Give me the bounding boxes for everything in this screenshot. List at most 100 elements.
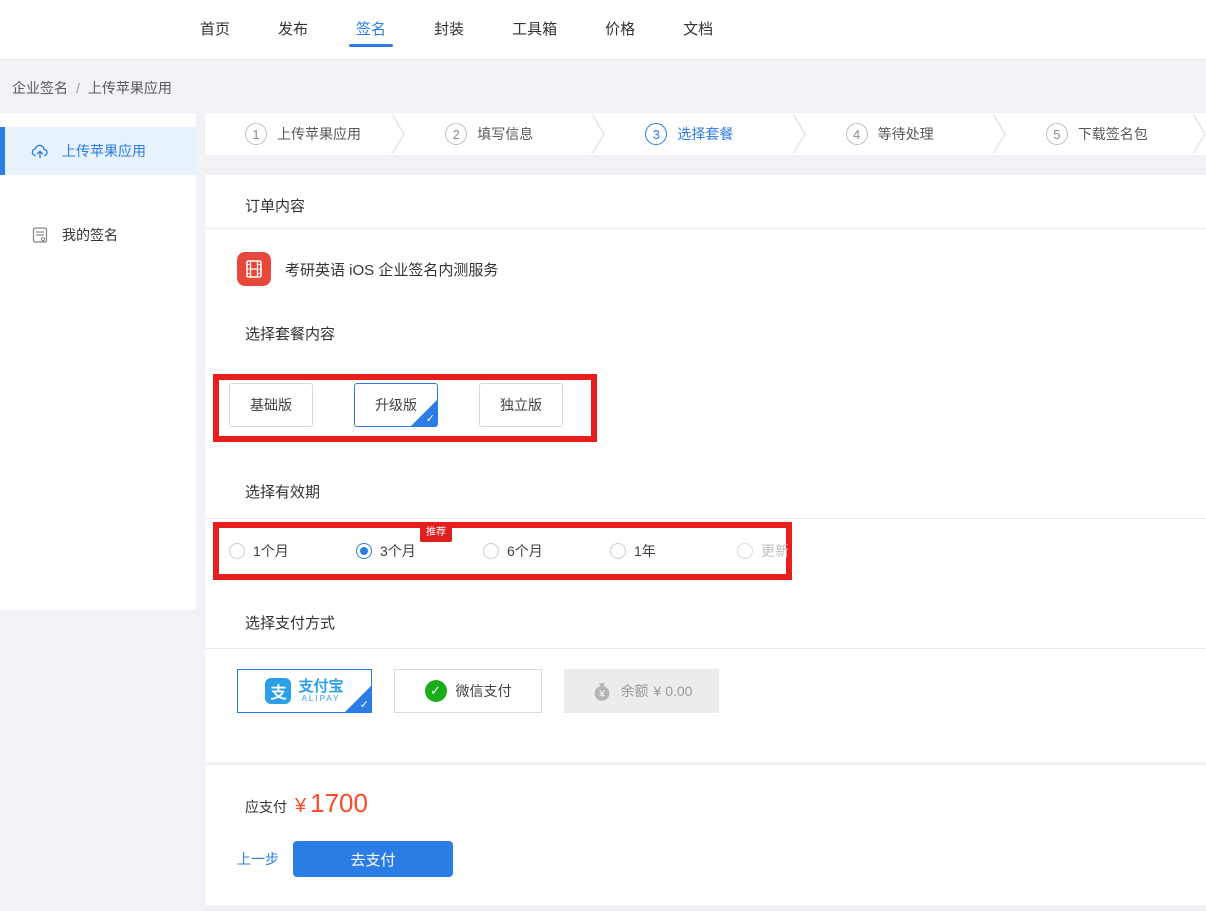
sidebar-item-upload-app[interactable]: 上传苹果应用 [0, 127, 196, 175]
step-chevron-icon [792, 113, 806, 155]
alipay-sub: ALIPAY [302, 695, 341, 703]
nav-tab-signature-label: 签名 [356, 21, 386, 38]
nav-tab-package[interactable]: 封装 [434, 0, 464, 60]
radio-1-month[interactable]: 1个月 [229, 541, 356, 561]
annotation-box-validity: 推荐 1个月 3个月 6个月 1年 [213, 522, 792, 580]
radio-icon [229, 543, 245, 559]
sidebar: 上传苹果应用 我的签名 [0, 113, 196, 610]
radio-1-year[interactable]: 1年 [610, 541, 737, 561]
nav-tab-toolbox[interactable]: 工具箱 [512, 0, 557, 60]
step-label: 下载签名包 [1078, 124, 1148, 144]
step-number: 3 [645, 123, 667, 145]
sidebar-item-label: 我的签名 [62, 225, 118, 245]
step-4-waiting: 4 等待处理 [806, 113, 992, 155]
nav-tab-pricing[interactable]: 价格 [605, 0, 635, 60]
wechat-pay-label: 微信支付 [456, 681, 512, 701]
app-name: 考研英语 iOS 企业签名内测服务 [285, 259, 498, 280]
wechat-pay-icon: ✓ [425, 680, 447, 702]
step-label: 上传苹果应用 [277, 124, 361, 144]
step-chevron-icon [992, 113, 1006, 155]
annotation-box-package: 基础版 升级版 ✓ 独立版 [213, 374, 597, 442]
radio-6-months[interactable]: 6个月 [483, 541, 610, 561]
payment-option-balance-disabled: ¥ 余额 ¥ 0.00 [564, 669, 719, 713]
alipay-name: 支付宝 [298, 679, 343, 695]
app-icon [237, 252, 271, 286]
divider [205, 518, 1206, 519]
breadcrumb-current: 上传苹果应用 [88, 80, 172, 96]
package-option-upgrade[interactable]: 升级版 ✓ [354, 383, 438, 427]
package-options: 基础版 升级版 ✓ 独立版 [229, 383, 563, 427]
package-option-basic[interactable]: 基础版 [229, 383, 313, 427]
balance-amount: ¥ 0.00 [654, 683, 693, 699]
amount-due-label: 应支付 [245, 797, 287, 817]
radio-label: 更新 [761, 541, 789, 561]
step-1-upload: 1 上传苹果应用 [205, 113, 391, 155]
main-nav: 首页 发布 签名 封装 工具箱 价格 文档 [200, 0, 713, 60]
radio-icon [610, 543, 626, 559]
radio-renew-disabled: 更新 [737, 541, 864, 561]
signature-doc-icon [30, 225, 50, 245]
order-content-title: 订单内容 [245, 195, 305, 216]
nav-tab-docs[interactable]: 文档 [683, 0, 713, 60]
divider [205, 228, 1206, 229]
svg-text:¥: ¥ [598, 689, 605, 700]
step-label: 选择套餐 [677, 124, 733, 144]
check-icon: ✓ [360, 700, 369, 711]
money-bag-icon: ¥ [591, 680, 613, 702]
divider [205, 648, 1206, 649]
step-5-download: 5 下载签名包 [1006, 113, 1192, 155]
payment-options: 支 支付宝 ALIPAY ✓ ✓ 微信支付 ¥ 余额 ¥ 0.00 [237, 669, 719, 713]
currency-symbol: ¥ [295, 795, 306, 818]
balance-label: 余额 [621, 681, 649, 701]
amount-due-line: 应支付 ¥ 1700 [245, 788, 368, 819]
breadcrumb: 企业签名/上传苹果应用 [12, 78, 172, 98]
step-2-info: 2 填写信息 [405, 113, 591, 155]
validity-options: 1个月 3个月 6个月 1年 更新 [229, 528, 864, 574]
go-pay-button[interactable]: 去支付 [293, 841, 453, 877]
alipay-wordmark: 支付宝 ALIPAY [298, 679, 343, 703]
back-link[interactable]: 上一步 [237, 849, 279, 869]
radio-icon [483, 543, 499, 559]
payment-option-wechat[interactable]: ✓ 微信支付 [394, 669, 542, 713]
radio-3-months[interactable]: 3个月 [356, 541, 483, 561]
step-number: 2 [445, 123, 467, 145]
breadcrumb-parent[interactable]: 企业签名 [12, 80, 68, 96]
payment-option-alipay[interactable]: 支 支付宝 ALIPAY ✓ [237, 669, 372, 713]
radio-icon-selected [356, 543, 372, 559]
order-panel: 订单内容 考研英语 iOS 企业签名内测服务 选择套餐内容 基础版 升级版 ✓ [205, 175, 1206, 762]
payment-section-title: 选择支付方式 [245, 612, 335, 633]
page: 首页 发布 签名 封装 工具箱 价格 文档 企业签名/上传苹果应用 上传苹果应用 [0, 0, 1206, 911]
package-option-standalone[interactable]: 独立版 [479, 383, 563, 427]
step-label: 填写信息 [477, 124, 533, 144]
nav-tab-publish[interactable]: 发布 [278, 0, 308, 60]
sidebar-item-my-signatures[interactable]: 我的签名 [0, 211, 196, 259]
radio-label: 1个月 [253, 541, 289, 561]
step-chevron-icon [1192, 113, 1206, 155]
validity-section-title: 选择有效期 [245, 481, 320, 502]
sidebar-item-label: 上传苹果应用 [62, 141, 146, 161]
step-chevron-icon [591, 113, 605, 155]
step-label: 等待处理 [878, 124, 934, 144]
alipay-logo-icon: 支 [265, 678, 291, 704]
step-number: 5 [1046, 123, 1068, 145]
cloud-upload-icon [30, 141, 50, 161]
amount-due-value: 1700 [310, 788, 368, 819]
checkout-panel: 应支付 ¥ 1700 上一步 去支付 [205, 765, 1206, 905]
active-tab-underline [349, 44, 393, 47]
step-3-choose-package: 3 选择套餐 [605, 113, 791, 155]
radio-label: 1年 [634, 541, 656, 561]
nav-tab-home[interactable]: 首页 [200, 0, 230, 60]
package-section-title: 选择套餐内容 [245, 323, 335, 344]
step-chevron-icon [391, 113, 405, 155]
top-header: 首页 发布 签名 封装 工具箱 价格 文档 [0, 0, 1206, 60]
check-icon: ✓ [426, 414, 435, 425]
film-icon [243, 258, 265, 280]
radio-label: 3个月 [380, 541, 416, 561]
step-number: 1 [245, 123, 267, 145]
radio-icon-disabled [737, 543, 753, 559]
radio-label: 6个月 [507, 541, 543, 561]
checkout-actions: 上一步 去支付 [237, 841, 453, 877]
nav-tab-signature[interactable]: 签名 [356, 0, 386, 60]
steps-bar: 1 上传苹果应用 2 填写信息 3 选择套餐 4 等待处理 5 下载签名包 [205, 113, 1206, 155]
step-number: 4 [846, 123, 868, 145]
